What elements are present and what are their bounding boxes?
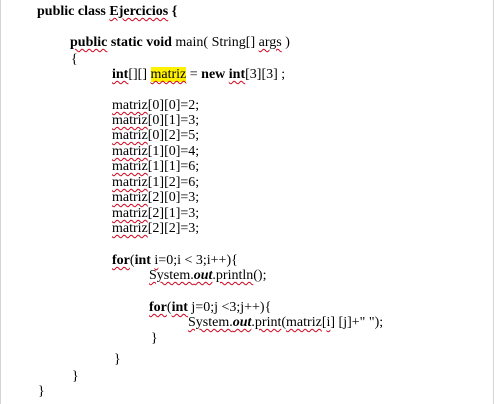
println-line: System.out.println(); (149, 268, 266, 284)
code-token: [][] (128, 67, 151, 82)
code-token: println (215, 268, 254, 283)
assignment-line: matriz[0][0]=2; (112, 98, 199, 114)
code-token: matriz (112, 159, 148, 174)
code-token: matriz (150, 67, 187, 82)
code-token: ] [j]+" "); (330, 315, 384, 330)
code-token: [2][2]=3; (147, 221, 200, 236)
code-token: matriz (112, 206, 148, 221)
code-token: j=0;j <3;j++){ (187, 300, 272, 315)
code-token: matriz (112, 175, 148, 190)
code-token: matriz (112, 98, 148, 113)
main-method-line: public static void main( String[] args ) (70, 35, 290, 51)
main-close-brace: } (72, 369, 79, 384)
code-token: new (201, 67, 229, 82)
code-token: out (232, 315, 252, 330)
assignment-line: matriz[2][1]=3; (112, 206, 199, 222)
outer-for-line: for(int i=0;i < 3;i++){ (112, 253, 238, 269)
assignment-line: matriz[0][2]=5; (112, 128, 199, 144)
assignment-line: matriz[0][1]=3; (112, 113, 199, 129)
code-token: main( String[] (175, 35, 259, 50)
code-token: =0;i < 3;i++){ (158, 253, 238, 268)
code-token: print (254, 315, 282, 330)
assignment-line: matriz[2][0]=3; (112, 190, 199, 206)
code-token: [2][1]=3; (147, 206, 200, 221)
code-token: matriz (112, 128, 148, 143)
code-token: int (112, 67, 129, 82)
code-token: static void (107, 35, 176, 50)
class-close-brace: } (38, 384, 45, 399)
code-token: int (228, 67, 246, 82)
code-token: { (168, 4, 178, 19)
code-token: = (186, 67, 202, 82)
code-token: [0][2]=5; (147, 128, 200, 143)
code-token: out (193, 268, 213, 283)
code-token: Ejercicios (109, 4, 169, 19)
code-token: System. (188, 315, 233, 330)
code-token: [1][2]=6; (147, 175, 200, 190)
code-token: [2][0]=3; (147, 190, 200, 205)
code-token: int (134, 253, 151, 268)
code-token: matriz (112, 144, 148, 159)
code-token: int (171, 300, 188, 315)
class-declaration-line: public class Ejercicios { (37, 4, 177, 20)
print-line: System.out.print(matriz[i] [j]+" "); (188, 315, 383, 331)
code-token: matriz (286, 315, 322, 330)
code-token: (); (253, 268, 267, 283)
matrix-declaration-line: int[][] matriz = new int[3][3] ; (112, 67, 285, 83)
code-token: System. (149, 268, 194, 283)
code-token: [1][0]=4; (147, 144, 200, 159)
code-token: matriz (112, 113, 148, 128)
code-token: [0][0]=2; (147, 98, 200, 113)
code-token: matriz (112, 221, 148, 236)
document-page: public class Ejercicios { public static … (0, 0, 494, 404)
code-token: for (112, 253, 130, 268)
code-token: [0][1]=3; (147, 113, 200, 128)
code-token: [3][3] ; (245, 67, 286, 82)
main-open-brace: { (71, 52, 78, 67)
code-token: matriz (112, 190, 148, 205)
assignment-line: matriz[1][1]=6; (112, 159, 199, 175)
inner-for-close-brace: } (151, 331, 158, 346)
code-token: public (70, 35, 108, 50)
code-token: [1][1]=6; (147, 159, 200, 174)
assignment-line: matriz[1][0]=4; (112, 144, 199, 160)
assignment-line: matriz[1][2]=6; (112, 175, 199, 191)
code-token: for (149, 300, 167, 315)
code-token: args (258, 35, 282, 50)
code-token: public class (37, 4, 110, 19)
outer-for-close-brace: } (114, 352, 121, 367)
assignment-line: matriz[2][2]=3; (112, 221, 199, 237)
code-token: ) (281, 35, 290, 50)
inner-for-line: for(int j=0;j <3;j++){ (149, 300, 271, 316)
